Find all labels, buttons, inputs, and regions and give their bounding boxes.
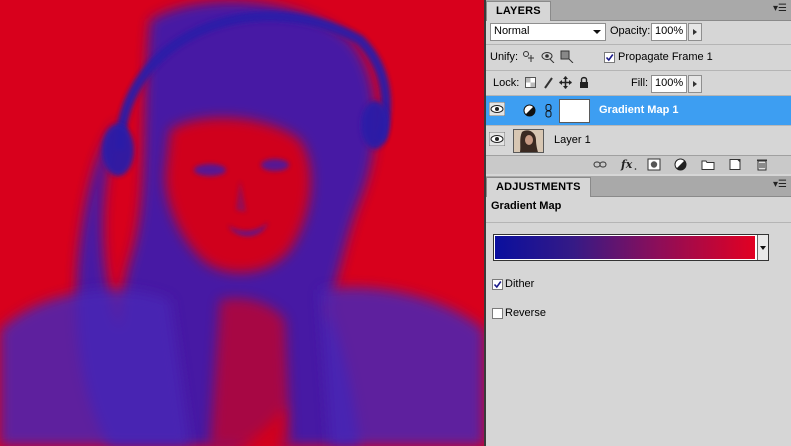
layers-button-bar: fx bbox=[486, 155, 791, 174]
svg-text:fx: fx bbox=[620, 158, 633, 171]
fill-label: Fill: bbox=[631, 77, 649, 89]
chevron-down-icon bbox=[760, 246, 766, 250]
dither-checkbox[interactable] bbox=[492, 279, 503, 290]
layers-tabbar: LAYERS ▾☰ bbox=[486, 0, 791, 21]
fill-input[interactable]: 100% bbox=[651, 75, 687, 93]
blend-mode-select[interactable]: Normal bbox=[490, 23, 606, 41]
unify-row: Unify: Propagate Frame 1 bbox=[486, 45, 791, 69]
layer-mask-thumbnail[interactable] bbox=[559, 99, 590, 123]
layer-name: Layer 1 bbox=[554, 134, 591, 146]
unify-label: Unify: bbox=[490, 51, 519, 63]
adjustment-title: Gradient Map bbox=[491, 200, 562, 212]
gradient-preview[interactable] bbox=[495, 236, 755, 259]
new-layer-icon[interactable] bbox=[728, 158, 742, 171]
gradient-dropdown-button[interactable] bbox=[757, 235, 768, 260]
opacity-input[interactable]: 100% bbox=[651, 23, 687, 41]
lock-move-icon[interactable] bbox=[559, 76, 572, 89]
blend-row: Normal Opacity: 100% bbox=[486, 20, 791, 43]
document-canvas[interactable] bbox=[0, 0, 484, 446]
panel-menu-icon[interactable]: ▾☰ bbox=[773, 180, 787, 190]
reverse-checkbox[interactable] bbox=[492, 308, 503, 319]
folder-icon[interactable] bbox=[701, 158, 715, 171]
opacity-label: Opacity: bbox=[610, 25, 651, 37]
arrow-right-icon bbox=[693, 29, 697, 35]
arrow-right-icon bbox=[693, 81, 697, 87]
layer-row-layer1[interactable]: Layer 1 bbox=[486, 125, 791, 155]
unify-visibility-icon[interactable] bbox=[541, 50, 555, 63]
trash-icon[interactable] bbox=[755, 158, 769, 171]
mask-icon[interactable] bbox=[647, 158, 661, 171]
panel-menu-icon[interactable]: ▾☰ bbox=[773, 4, 787, 14]
fill-slider-button[interactable] bbox=[688, 75, 702, 93]
lock-row: Lock: Fill: 100% bbox=[486, 71, 791, 95]
opacity-slider-button[interactable] bbox=[688, 23, 702, 41]
chevron-down-icon bbox=[593, 30, 601, 34]
reverse-label: Reverse bbox=[505, 307, 546, 319]
link-icon[interactable] bbox=[593, 158, 607, 171]
dither-label: Dither bbox=[505, 278, 535, 290]
adjustments-tabbar: ADJUSTMENTS ▾☰ bbox=[486, 176, 791, 197]
panels-dock: LAYERS ▾☰ Normal Opacity: 100% Unify: Pr… bbox=[486, 0, 791, 446]
layer-name: Gradient Map 1 bbox=[599, 104, 679, 116]
photo-thumbnail-icon bbox=[514, 130, 543, 152]
fill-value: 100% bbox=[655, 77, 684, 89]
gradient-mapped-photo bbox=[0, 0, 484, 446]
adjustment-icon[interactable] bbox=[674, 158, 688, 171]
lock-transparent-icon[interactable] bbox=[525, 77, 537, 89]
tab-adjustments[interactable]: ADJUSTMENTS bbox=[486, 177, 591, 197]
chain-link-icon[interactable] bbox=[545, 104, 553, 118]
propagate-label: Propagate Frame 1 bbox=[618, 51, 713, 63]
checkmark-icon bbox=[605, 54, 614, 62]
eye-icon[interactable] bbox=[489, 102, 505, 116]
propagate-checkbox[interactable] bbox=[604, 52, 615, 63]
lock-all-icon[interactable] bbox=[579, 76, 589, 89]
unify-style-icon[interactable] bbox=[560, 50, 574, 63]
gradient-map-adjustment-icon bbox=[523, 104, 536, 117]
layer-row-gradient-map[interactable]: Gradient Map 1 bbox=[486, 96, 791, 125]
fx-icon[interactable]: fx bbox=[620, 158, 638, 171]
lock-label: Lock: bbox=[493, 77, 520, 89]
checkmark-icon bbox=[493, 281, 502, 289]
unify-position-icon[interactable] bbox=[522, 50, 536, 63]
lock-brush-icon[interactable] bbox=[543, 76, 555, 89]
tab-layers[interactable]: LAYERS bbox=[486, 1, 551, 21]
eye-icon[interactable] bbox=[489, 132, 505, 146]
opacity-value: 100% bbox=[655, 25, 684, 37]
separator bbox=[486, 222, 791, 223]
gradient-picker[interactable] bbox=[493, 234, 769, 261]
blend-mode-value: Normal bbox=[494, 25, 530, 37]
layer-thumbnail[interactable] bbox=[513, 129, 544, 153]
